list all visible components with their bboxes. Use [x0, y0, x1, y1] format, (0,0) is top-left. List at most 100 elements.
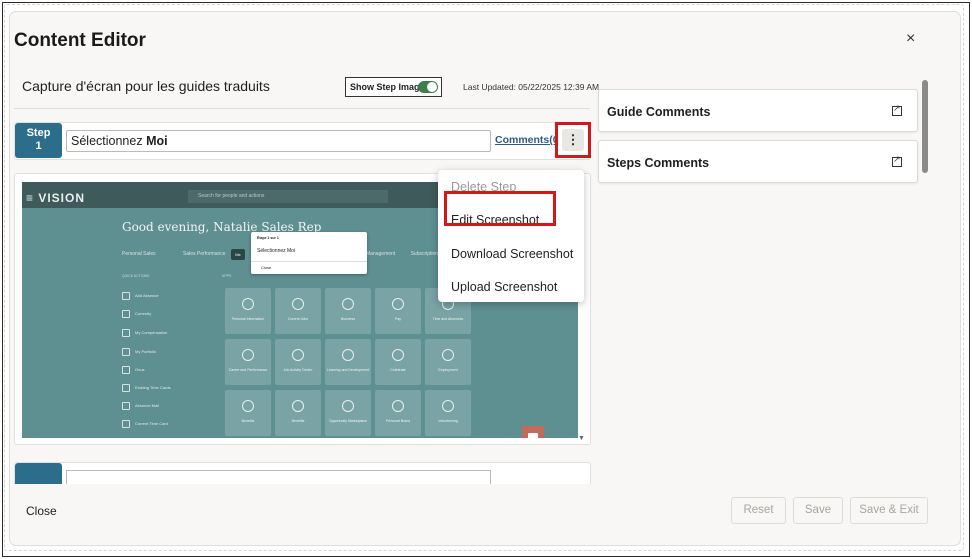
shot-search-bar: Search for people and actions — [188, 190, 388, 203]
app-icon — [392, 298, 404, 310]
app-icon — [242, 349, 254, 361]
more-options-icon[interactable]: ⋮ — [562, 129, 584, 151]
shot-tab: Subscriptions — [410, 251, 441, 257]
step-actions-menu: Delete Step Edit Screenshot Download Scr… — [438, 170, 584, 302]
shot-popup-header: Étape 1 sur 1 — [257, 236, 279, 240]
shot-app-tile: Job Activity Center — [275, 339, 321, 385]
app-icon — [442, 400, 454, 412]
tile-label: Benefits — [291, 419, 305, 423]
vision-logo: ≡ VISION — [26, 191, 86, 205]
tile-label: Learning and Development — [326, 368, 370, 372]
app-icon — [242, 298, 254, 310]
comments-link[interactable]: Comments(0) — [495, 134, 562, 146]
menu-item-download-screenshot[interactable]: Download Screenshot — [451, 247, 573, 261]
step-text-bold: Moi — [146, 134, 168, 148]
scroll-down-icon[interactable]: ▼ — [578, 435, 585, 442]
shot-quick-action: Add Absence — [122, 292, 202, 300]
shot-popup-divider — [251, 261, 367, 262]
chat-icon — [522, 426, 544, 438]
steps-comments-panel[interactable]: Steps Comments — [598, 140, 918, 183]
shot-popup-text: Sélectionnez Moi — [257, 248, 296, 254]
shot-app-tile: Opportunity Marketplace — [325, 390, 371, 436]
edit-screenshot-highlight — [444, 191, 556, 226]
content-clip — [12, 484, 602, 494]
guide-comments-title: Guide Comments — [607, 105, 711, 119]
tile-label: Current Jobs — [287, 317, 309, 321]
shot-app-tile: Current Jobs — [275, 288, 321, 334]
tile-label: Personal Brand — [385, 419, 411, 423]
shot-app-tile: Personal Information — [225, 288, 271, 334]
shot-guide-popup: Étape 1 sur 1 Sélectionnez Moi Close — [251, 232, 367, 274]
save-button[interactable]: Save — [793, 497, 843, 524]
expand-icon[interactable] — [892, 154, 902, 167]
step-actions-highlight: ⋮ — [555, 122, 591, 158]
dialog-title: Content Editor — [14, 30, 146, 51]
close-icon[interactable]: × — [906, 30, 915, 48]
toggle-switch-icon[interactable] — [418, 81, 438, 93]
save-and-exit-button[interactable]: Save & Exit — [850, 497, 928, 524]
shot-app-tile: Employment — [425, 339, 471, 385]
shot-app-tile: Volunteering — [425, 390, 471, 436]
app-icon — [342, 400, 354, 412]
shot-app-tile: Business — [325, 288, 371, 334]
shot-quick-action: Onus — [122, 366, 202, 374]
shot-app-tile: Learning and Development — [325, 339, 371, 385]
tile-label: Volunteering — [438, 419, 458, 423]
shot-tab: Sales Performance — [183, 251, 226, 257]
last-updated: Last Updated: 05/22/2025 12:39 AM — [463, 82, 600, 92]
shot-quick-action: Currently — [122, 310, 202, 318]
divider — [14, 108, 590, 109]
shot-quick-action: My Portfolio — [122, 348, 202, 356]
scrollbar[interactable] — [922, 80, 928, 173]
step-text-field[interactable]: Sélectionnez Moi — [66, 130, 491, 152]
shot-quick-action: Absence Mail — [122, 402, 202, 410]
tile-label: Job Activity Center — [283, 368, 313, 372]
shot-app-tile: Celebrate — [375, 339, 421, 385]
app-icon — [392, 400, 404, 412]
guide-comments-panel[interactable]: Guide Comments — [598, 89, 918, 132]
shot-quick-action: Existing Time Cards — [122, 384, 202, 392]
steps-comments-title: Steps Comments — [607, 156, 710, 170]
step-text-prefix: Sélectionnez — [71, 134, 147, 148]
shot-me-tab: Me — [231, 249, 245, 260]
reset-button[interactable]: Reset — [731, 497, 786, 524]
shot-app-tile: Benefits — [225, 390, 271, 436]
app-icon — [242, 400, 254, 412]
shot-tab: Management — [366, 251, 396, 257]
shot-popup-close: Close — [261, 265, 272, 270]
app-icon — [342, 298, 354, 310]
shot-app-tile: Benefits — [275, 390, 321, 436]
tile-label: Time and Absences — [432, 317, 464, 321]
expand-icon[interactable] — [892, 103, 902, 116]
tile-label: Personal Information — [231, 317, 265, 321]
shot-app-tile: Career and Performance — [225, 339, 271, 385]
shot-app-tile: Pay — [375, 288, 421, 334]
tile-label: Pay — [394, 317, 402, 321]
show-step-images-toggle[interactable]: Show Step Images — [345, 77, 442, 97]
shot-tab: Personal Sales — [122, 251, 156, 257]
app-icon — [292, 298, 304, 310]
guide-title: Capture d'écran pour les guides traduits — [22, 78, 270, 94]
step-badge-number: 1 — [35, 140, 42, 152]
shot-apps-heading: APPS — [222, 274, 232, 278]
tile-label: Business — [340, 317, 356, 321]
tile-label: Celebrate — [390, 368, 406, 372]
tile-label: Benefits — [241, 419, 255, 423]
next-step-badge — [15, 463, 62, 484]
step-badge-word: Step — [26, 127, 51, 139]
app-icon — [342, 349, 354, 361]
shot-quick-action: Current Time Card — [122, 420, 202, 428]
menu-item-upload-screenshot[interactable]: Upload Screenshot — [451, 280, 557, 294]
app-icon — [392, 349, 404, 361]
app-icon — [292, 349, 304, 361]
shot-app-tile: Personal Brand — [375, 390, 421, 436]
app-icon — [442, 349, 454, 361]
shot-quick-action: My Compensation — [122, 329, 202, 337]
tile-label: Employment — [438, 368, 458, 372]
close-button[interactable]: Close — [26, 504, 57, 518]
tile-label: Opportunity Marketplace — [328, 419, 368, 423]
next-step-text-field[interactable] — [66, 470, 491, 484]
tile-label: Career and Performance — [228, 368, 268, 372]
shot-quick-actions-heading: QUICK ACTIONS — [122, 274, 150, 278]
app-icon — [292, 400, 304, 412]
